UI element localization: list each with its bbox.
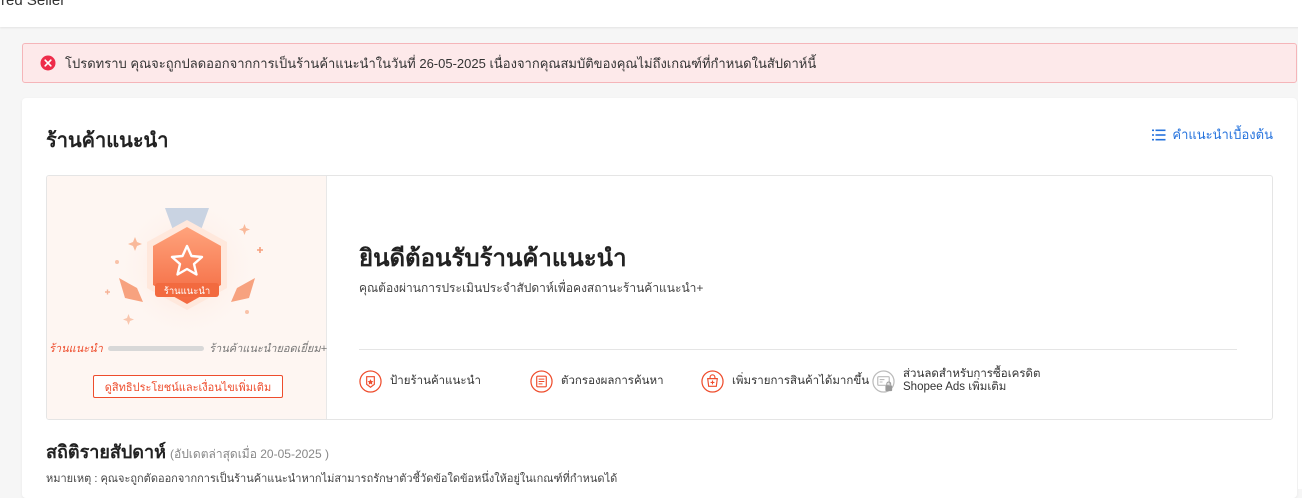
- search-filter-icon: [530, 369, 553, 393]
- list-icon: [1152, 129, 1166, 140]
- weekly-stats-title: สถิติรายสัปดาห์ (อัปเดตล่าสุดเมื่อ 20-05-…: [46, 437, 329, 466]
- welcome-subtitle: คุณต้องผ่านการประเมินประจำสัปดาห์เพื่อคง…: [359, 281, 704, 295]
- next-tier-label: ร้านค้าแนะนำยอดเยี่ยม+: [209, 343, 327, 355]
- weekly-stats-heading: สถิติรายสัปดาห์: [46, 442, 166, 462]
- benefit-label: เพิ่มรายการสินค้าได้มากขึ้น: [732, 374, 870, 387]
- stats-updated-date: (อัปเดตล่าสุดเมื่อ 20-05-2025 ): [169, 447, 329, 461]
- beginner-guide-link[interactable]: คำแนะนำเบื้องต้น: [1152, 124, 1273, 145]
- benefit-search-filter: ตัวกรองผลการค้นหา: [530, 366, 701, 396]
- divider: [359, 349, 1237, 350]
- seller-type-title: rred Seller: [0, 0, 66, 9]
- product-listing-icon: [701, 369, 724, 393]
- benefit-label: ป้ายร้านค้าแนะนำ: [390, 374, 481, 387]
- benefits-list: ป้ายร้านค้าแนะนำ ตัวกรองผลการค้นหา เพิ่ม…: [359, 366, 1043, 396]
- top-bar: rred Seller: [0, 0, 1302, 27]
- badge-pane: ร้านแนะนำ ร้านแนะนำ ร้านค้าแนะนำยอดเยี่ย…: [47, 176, 327, 419]
- medal-label: ร้านแนะนำ: [164, 286, 210, 297]
- benefit-label: ส่วนลดสำหรับการซื้อเครดิต Shopee Ads เพิ…: [903, 368, 1041, 393]
- preferred-seller-medal-icon: ร้านแนะนำ: [105, 196, 263, 340]
- benefit-product-listing: เพิ่มรายการสินค้าได้มากขึ้น: [701, 366, 872, 396]
- benefit-label: ตัวกรองผลการค้นหา: [561, 374, 664, 387]
- error-circle-icon: [40, 55, 56, 71]
- welcome-panel: ร้านแนะนำ ร้านแนะนำ ร้านค้าแนะนำยอดเยี่ย…: [46, 175, 1273, 420]
- tier-progress-bar: [107, 345, 205, 351]
- tier-progress: ร้านแนะนำ ร้านค้าแนะนำยอดเยี่ยม+: [47, 341, 327, 355]
- beginner-guide-label: คำแนะนำเบื้องต้น: [1172, 127, 1273, 142]
- page-title: ร้านค้าแนะนำ: [46, 130, 169, 152]
- current-tier-label: ร้านแนะนำ: [49, 343, 103, 355]
- alert-message: โปรดทราบ คุณจะถูกปลดออกจากการเป็นร้านค้า…: [65, 55, 817, 71]
- benefit-shop-badge: ป้ายร้านค้าแนะนำ: [359, 366, 530, 396]
- scrollbar-gutter: [1298, 0, 1302, 489]
- welcome-title: ยินดีต้อนรับร้านค้าแนะนำ: [359, 245, 627, 272]
- view-benefits-button[interactable]: ดูสิทธิประโยชน์และเงื่อนไขเพิ่มเติม: [93, 375, 283, 398]
- benefit-ads-credit: ส่วนลดสำหรับการซื้อเครดิต Shopee Ads เพิ…: [872, 366, 1043, 396]
- shop-badge-icon: [359, 369, 382, 393]
- ads-credit-icon: [872, 369, 895, 393]
- stats-note: หมายเหตุ : คุณจะถูกตัดออกจากการเป็นร้านค…: [46, 473, 618, 485]
- removal-warning-alert: โปรดทราบ คุณจะถูกปลดออกจากการเป็นร้านค้า…: [22, 43, 1297, 83]
- preferred-seller-card: ร้านค้าแนะนำ คำแนะนำเบื้องต้น ร้านแนะนำ …: [22, 98, 1297, 498]
